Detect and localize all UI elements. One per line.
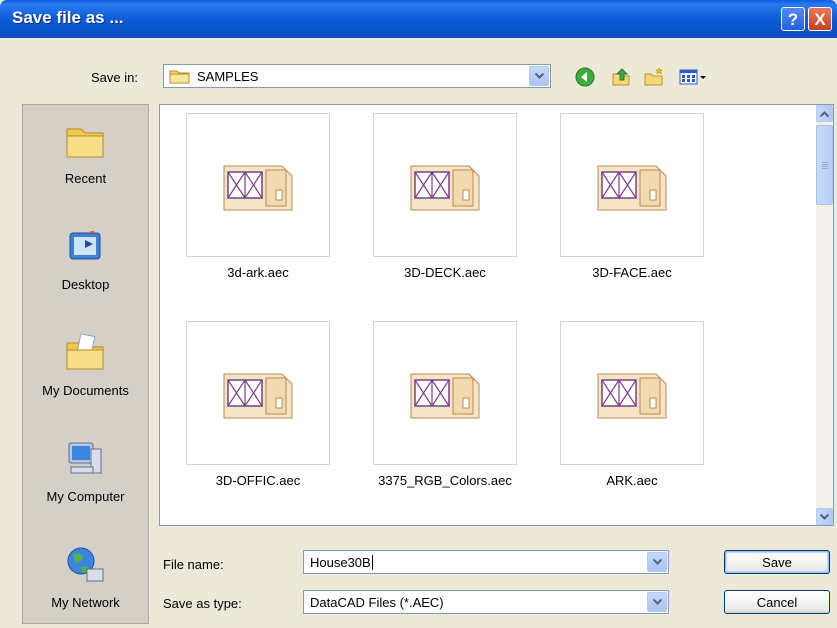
new-folder-icon[interactable] <box>643 66 665 88</box>
my-computer-icon <box>68 442 102 474</box>
scroll-up-button[interactable] <box>816 105 833 122</box>
place-label: My Documents <box>42 383 129 398</box>
file-name: 3D-DECK.aec <box>404 265 486 280</box>
recent-folder-icon <box>66 128 104 158</box>
chevron-down-icon <box>652 599 662 605</box>
file-item[interactable]: 3D-OFFIC.aec <box>186 321 330 511</box>
desktop-icon <box>69 231 101 260</box>
chevron-down-icon <box>534 73 544 79</box>
place-my-documents[interactable]: My Documents <box>23 317 148 421</box>
save-in-dropdown[interactable]: SAMPLES <box>163 64 551 88</box>
aec-file-icon <box>597 165 667 211</box>
aec-file-icon <box>597 373 667 419</box>
vertical-scrollbar[interactable] <box>816 105 833 525</box>
file-item[interactable]: ARK.aec <box>560 321 704 511</box>
file-name-dropdown-arrow[interactable] <box>647 552 667 572</box>
file-name-value: House30B <box>310 554 371 570</box>
chevron-up-icon <box>820 110 829 117</box>
title-bar: Save file as ... ? X <box>0 0 837 38</box>
help-icon: ? <box>787 9 799 29</box>
scroll-down-button[interactable] <box>816 508 833 525</box>
file-thumbnail <box>186 321 330 465</box>
folder-icon <box>169 70 190 84</box>
aec-file-icon <box>223 373 293 419</box>
back-icon[interactable] <box>574 66 596 88</box>
save-as-type-dropdown[interactable]: DataCAD Files (*.AEC) <box>303 590 669 614</box>
file-thumbnail <box>560 321 704 465</box>
file-name: 3D-OFFIC.aec <box>215 473 301 488</box>
up-one-level-icon[interactable] <box>610 66 632 88</box>
scroll-thumb[interactable] <box>816 125 833 205</box>
save-as-type-label: Save as type: <box>163 596 242 611</box>
file-item[interactable]: 3375_RGB_Colors.aec <box>373 321 517 511</box>
file-name: 3375_RGB_Colors.aec <box>378 473 512 488</box>
file-item[interactable]: 3D-DECK.aec <box>373 113 517 303</box>
file-thumbnail <box>186 113 330 257</box>
chevron-down-icon <box>820 513 829 520</box>
place-my-network[interactable]: My Network <box>23 529 148 623</box>
place-desktop[interactable]: Desktop <box>23 211 148 315</box>
aec-file-icon <box>410 373 480 419</box>
file-thumbnail <box>560 113 704 257</box>
file-name-label: File name: <box>163 557 224 572</box>
chevron-down-icon <box>652 559 662 565</box>
aec-file-icon <box>410 165 480 211</box>
view-menu-icon[interactable] <box>678 66 708 88</box>
file-list[interactable]: 3d-ark.aec 3D-DECK.aec 3D-FACE.aec 3D-OF… <box>159 104 834 526</box>
save-in-dropdown-arrow[interactable] <box>529 66 549 86</box>
save-in-label: Save in: <box>91 70 138 85</box>
save-as-type-value: DataCAD Files (*.AEC) <box>310 594 444 610</box>
save-as-type-dropdown-arrow[interactable] <box>647 592 667 612</box>
file-item[interactable]: 3d-ark.aec <box>186 113 330 303</box>
file-name: ARK.aec <box>606 473 658 488</box>
window-title: Save file as ... <box>12 8 124 27</box>
close-icon: X <box>814 9 826 29</box>
my-documents-icon <box>66 333 104 370</box>
file-thumbnail <box>373 321 517 465</box>
place-label: My Network <box>51 595 120 610</box>
file-item[interactable]: 3D-FACE.aec <box>560 113 704 303</box>
place-label: My Computer <box>46 489 125 504</box>
place-label: Desktop <box>61 277 110 292</box>
save-button[interactable]: Save <box>724 550 830 574</box>
places-bar: Recent Desktop My Documents My Computer <box>22 104 149 624</box>
place-label: Recent <box>64 171 107 186</box>
help-button[interactable]: ? <box>781 7 805 31</box>
file-name: 3d-ark.aec <box>227 265 289 280</box>
save-in-value: SAMPLES <box>197 68 259 84</box>
place-recent[interactable]: Recent <box>23 105 148 209</box>
place-my-computer[interactable]: My Computer <box>23 423 148 527</box>
my-network-icon <box>67 547 104 582</box>
aec-file-icon <box>223 165 293 211</box>
close-button[interactable]: X <box>808 7 832 31</box>
file-thumbnail <box>373 113 517 257</box>
file-name: 3D-FACE.aec <box>592 265 672 280</box>
text-caret <box>371 554 373 570</box>
file-name-input[interactable]: House30B <box>303 550 669 574</box>
cancel-button[interactable]: Cancel <box>724 590 830 614</box>
